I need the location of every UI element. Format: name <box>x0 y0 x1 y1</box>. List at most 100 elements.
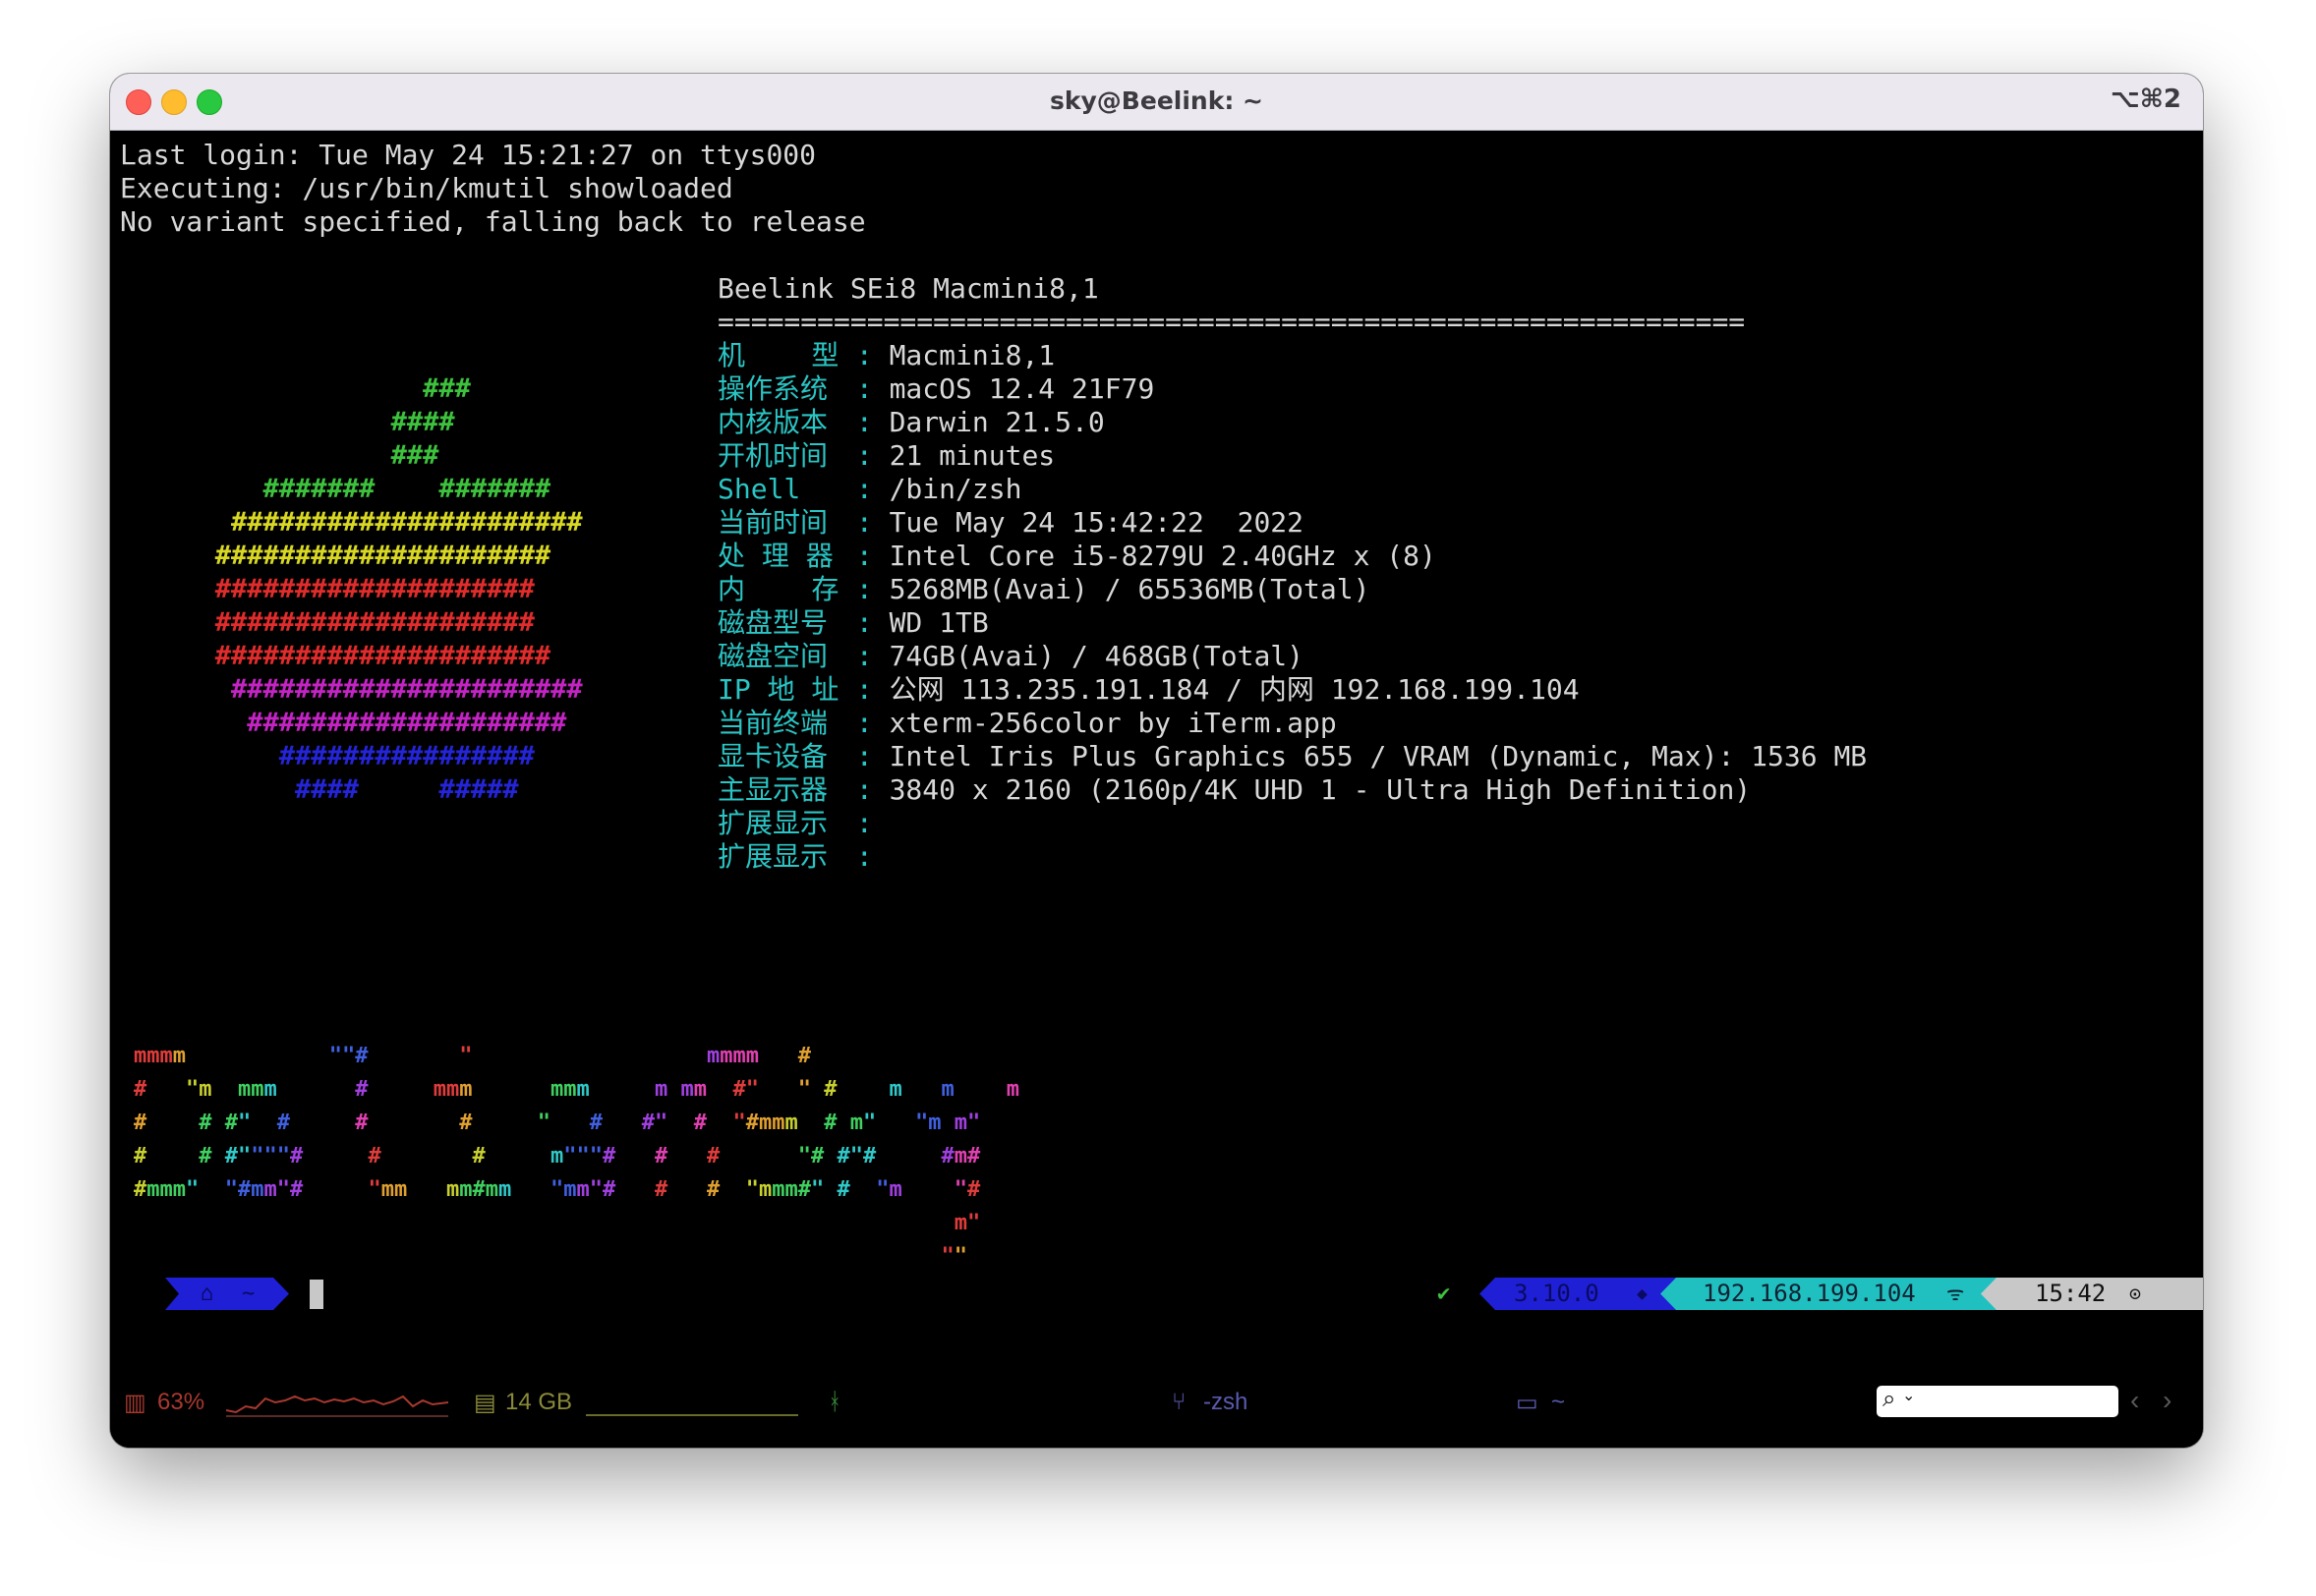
info-value: WD 1TB <box>889 606 989 639</box>
banner-char: " <box>589 1144 603 1168</box>
banner-char <box>563 1244 576 1269</box>
banner-char <box>902 1244 915 1269</box>
banner-char <box>615 1211 628 1235</box>
banner-char <box>629 1111 642 1135</box>
banner-char <box>238 1211 251 1235</box>
banner-char: m <box>159 1044 173 1068</box>
banner-char: # <box>745 1111 759 1135</box>
banner-char: " <box>224 1177 238 1202</box>
banner-char: m <box>238 1077 252 1102</box>
info-row: 处 理 器 : Intel Core i5-8279U 2.40GHz x (8… <box>718 540 1436 573</box>
banner-char <box>525 1077 538 1102</box>
banner-char: " <box>967 1211 981 1235</box>
banner-char <box>850 1077 863 1102</box>
banner-char: # <box>797 1177 811 1202</box>
terminal-content[interactable]: Last login: Tue May 24 15:21:27 on ttys0… <box>110 131 2203 1359</box>
session-name[interactable]: -zsh <box>1203 1389 1247 1416</box>
cpu-usage: 63% <box>157 1389 205 1415</box>
banner-char: m <box>772 1177 785 1202</box>
banner-char <box>407 1044 420 1068</box>
banner-char <box>876 1244 889 1269</box>
title-bar[interactable]: sky@Beelink: ~ ⌥⌘2 <box>110 74 2203 131</box>
banner-char <box>160 1244 173 1269</box>
banner-char <box>681 1244 694 1269</box>
banner-char <box>824 1177 837 1202</box>
banner-char <box>642 1077 655 1102</box>
banner-char <box>563 1211 576 1235</box>
banner-char <box>563 1044 576 1068</box>
banner-char <box>772 1244 784 1269</box>
banner-char <box>615 1077 628 1102</box>
banner-char <box>590 1077 603 1102</box>
info-key: 内核版本 <box>718 406 829 438</box>
banner-char <box>303 1144 316 1168</box>
banner-char: # <box>199 1111 212 1135</box>
banner-char <box>473 1111 486 1135</box>
git-icon: ᚼ <box>828 1389 842 1415</box>
banner-char <box>759 1044 772 1068</box>
banner-char <box>538 1044 550 1068</box>
banner-char <box>421 1244 434 1269</box>
terminal-line: Last login: Tue May 24 15:21:27 on ttys0… <box>120 139 817 171</box>
banner-char <box>212 1077 225 1102</box>
banner-char: m <box>732 1044 746 1068</box>
banner-char: m <box>707 1044 721 1068</box>
nav-prev-button[interactable]: ‹ <box>2130 1385 2139 1416</box>
banner-char <box>733 1177 746 1202</box>
banner-char <box>538 1244 550 1269</box>
banner-char <box>486 1244 498 1269</box>
banner-char <box>355 1144 368 1168</box>
banner-char <box>498 1211 511 1235</box>
banner-char <box>615 1244 628 1269</box>
apple-logo-row: ###################### <box>167 674 583 705</box>
banner-char <box>394 1111 407 1135</box>
banner-char <box>811 1077 824 1102</box>
banner-char <box>160 1211 173 1235</box>
banner-char <box>317 1244 329 1269</box>
info-key: IP 地 址 <box>718 673 840 706</box>
banner-char: m <box>772 1111 785 1135</box>
banner-char <box>329 1077 342 1102</box>
banner-char <box>421 1177 434 1202</box>
banner-char <box>421 1044 434 1068</box>
banner-char <box>720 1177 732 1202</box>
banner-char <box>798 1244 811 1269</box>
banner-char <box>369 1244 381 1269</box>
banner-char: " <box>655 1111 668 1135</box>
banner-char <box>498 1044 511 1068</box>
banner-char <box>290 1044 303 1068</box>
banner-char <box>629 1177 642 1202</box>
window-shortcut: ⌥⌘2 <box>2110 85 2181 114</box>
banner-line: # # #" # # # " # #" # "#mmm # m" "m m" <box>134 1107 980 1140</box>
banner-char <box>942 1111 955 1135</box>
banner-char <box>225 1244 238 1269</box>
info-value: 74GB(Avai) / 468GB(Total) <box>889 640 1304 672</box>
apple-logo-row: ###################### <box>167 507 583 538</box>
banner-char: # <box>603 1177 616 1202</box>
banner-char: " <box>276 1144 290 1168</box>
banner-char <box>511 1144 524 1168</box>
banner-char <box>838 1111 850 1135</box>
banner-char <box>890 1244 902 1269</box>
info-value: 21 minutes <box>889 439 1056 472</box>
banner-char: m <box>172 1044 186 1068</box>
banner-char <box>615 1044 628 1068</box>
banner-char: # <box>459 1111 473 1135</box>
nav-next-button[interactable]: › <box>2163 1385 2171 1416</box>
banner-char <box>759 1211 772 1235</box>
check-icon: ✔ <box>1437 1282 1451 1306</box>
banner-char <box>538 1177 550 1202</box>
folder-path[interactable]: ~ <box>1551 1389 1565 1416</box>
memory-graph <box>586 1414 798 1416</box>
banner-char <box>642 1244 655 1269</box>
banner-char <box>525 1177 538 1202</box>
banner-char <box>407 1111 420 1135</box>
search-input[interactable]: ⌕ ⌄ <box>1877 1386 2118 1417</box>
banner-char <box>642 1211 655 1235</box>
banner-char: " <box>745 1177 759 1202</box>
info-colon: : <box>840 573 890 605</box>
banner-char <box>824 1211 837 1235</box>
banner-char <box>538 1211 550 1235</box>
banner-char: " <box>342 1044 356 1068</box>
banner-char: m <box>550 1144 564 1168</box>
